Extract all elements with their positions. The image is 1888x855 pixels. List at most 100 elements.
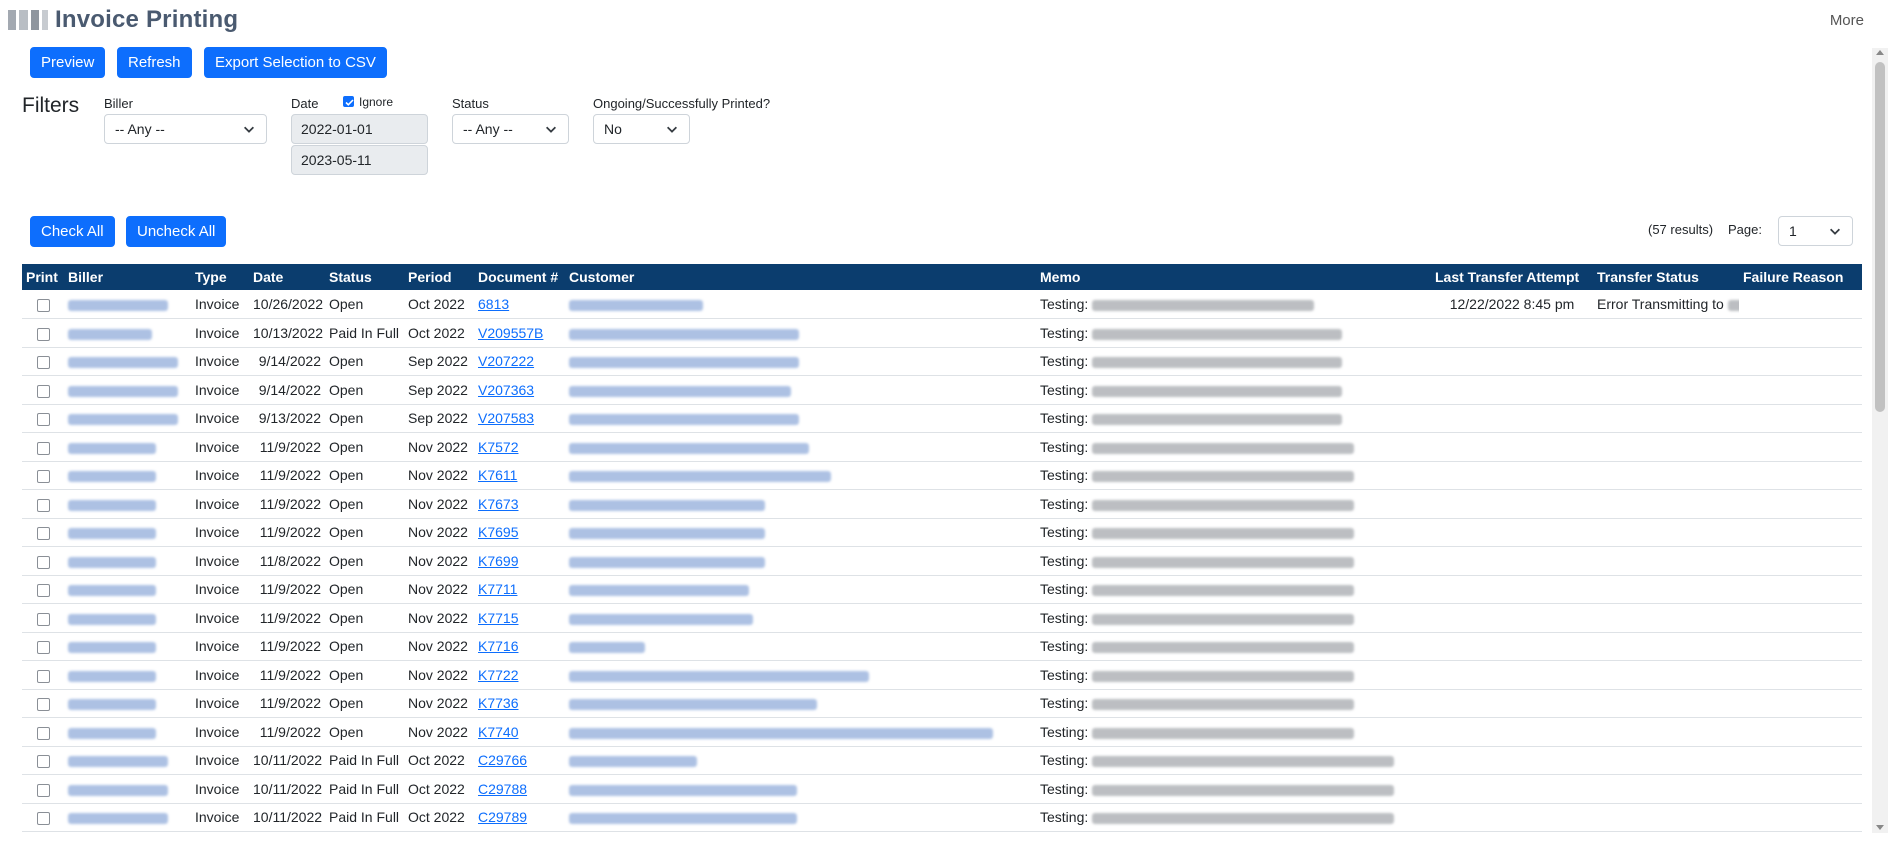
last-transfer-cell: [1431, 774, 1593, 804]
biller-select[interactable]: -- Any --: [104, 114, 267, 144]
failure-reason-cell: [1739, 518, 1862, 547]
table-row[interactable]: Invoice 11/8/2022 Open Nov 2022 K7699 Te…: [22, 546, 1862, 576]
page-scrollbar[interactable]: [1872, 48, 1888, 833]
document-link[interactable]: V207363: [478, 382, 534, 398]
print-checkbox[interactable]: [36, 612, 50, 626]
document-link[interactable]: C29789: [478, 809, 527, 825]
table-row[interactable]: Invoice 11/9/2022 Open Nov 2022 K7695 Te…: [22, 518, 1862, 547]
document-link[interactable]: K7716: [478, 638, 518, 654]
table-row[interactable]: Invoice 10/13/2022 Paid In Full Oct 2022…: [22, 318, 1862, 348]
redacted-biller-name: [68, 328, 152, 340]
col-header-type[interactable]: Type: [191, 264, 249, 290]
memo-cell: Testing:: [1036, 632, 1431, 661]
memo-cell: Testing:: [1036, 546, 1431, 576]
col-header-print[interactable]: Print: [22, 264, 64, 290]
print-checkbox[interactable]: [36, 726, 50, 740]
document-link[interactable]: V209557B: [478, 325, 543, 341]
col-header-last-transfer[interactable]: Last Transfer Attempt: [1431, 264, 1593, 290]
table-row[interactable]: Invoice 11/9/2022 Open Nov 2022 K7711 Te…: [22, 575, 1862, 604]
document-link[interactable]: K7740: [478, 724, 518, 740]
print-checkbox[interactable]: [36, 641, 50, 655]
table-row[interactable]: Invoice 11/9/2022 Open Nov 2022 K7572 Te…: [22, 432, 1862, 462]
document-link[interactable]: V207583: [478, 410, 534, 426]
document-link[interactable]: 6813: [478, 296, 509, 312]
print-checkbox[interactable]: [36, 755, 50, 769]
table-row[interactable]: Invoice 9/14/2022 Open Sep 2022 V207222 …: [22, 347, 1862, 376]
table-row[interactable]: Invoice 11/9/2022 Open Nov 2022 K7673 Te…: [22, 489, 1862, 519]
print-checkbox[interactable]: [36, 527, 50, 541]
document-link[interactable]: K7711: [478, 581, 517, 597]
document-link[interactable]: V207222: [478, 353, 534, 369]
date-to-input[interactable]: 2023-05-11: [291, 145, 428, 175]
col-header-failure-reason[interactable]: Failure Reason: [1739, 264, 1862, 290]
print-checkbox[interactable]: [36, 812, 50, 826]
table-row[interactable]: Invoice 10/11/2022 Paid In Full Oct 2022…: [22, 803, 1862, 832]
failure-reason-cell: [1739, 290, 1862, 319]
transfer-status-cell: [1593, 347, 1739, 376]
print-checkbox[interactable]: [36, 356, 50, 370]
print-checkbox[interactable]: [36, 498, 50, 512]
table-row[interactable]: Invoice 9/13/2022 Open Sep 2022 V207583 …: [22, 404, 1862, 433]
document-link[interactable]: K7572: [478, 439, 518, 455]
print-checkbox[interactable]: [36, 669, 50, 683]
printed-select[interactable]: No: [593, 114, 690, 144]
ignore-date-checkbox[interactable]: [343, 96, 354, 107]
check-all-button[interactable]: Check All: [30, 216, 115, 247]
biller-cell: [64, 774, 191, 804]
print-checkbox[interactable]: [36, 298, 50, 312]
print-checkbox[interactable]: [36, 327, 50, 341]
col-header-document[interactable]: Document #: [474, 264, 565, 290]
table-row[interactable]: Invoice 11/9/2022 Open Nov 2022 K7716 Te…: [22, 632, 1862, 661]
scroll-down-arrow-icon[interactable]: [1876, 825, 1884, 830]
table-row[interactable]: Invoice 10/26/2022 Open Oct 2022 6813 Te…: [22, 290, 1862, 319]
table-row[interactable]: Invoice 11/9/2022 Open Nov 2022 K7736 Te…: [22, 689, 1862, 718]
col-header-status[interactable]: Status: [325, 264, 404, 290]
print-checkbox[interactable]: [36, 783, 50, 797]
table-row[interactable]: Invoice 11/9/2022 Open Nov 2022 K7740 Te…: [22, 717, 1862, 747]
table-row[interactable]: Invoice 10/11/2022 Paid In Full Oct 2022…: [22, 746, 1862, 775]
print-cell: [22, 575, 64, 604]
print-checkbox[interactable]: [36, 584, 50, 598]
transfer-status-cell: [1593, 518, 1739, 547]
print-checkbox[interactable]: [36, 441, 50, 455]
col-header-biller[interactable]: Biller: [64, 264, 191, 290]
date-from-input[interactable]: 2022-01-01: [291, 114, 428, 144]
more-menu-link[interactable]: More: [1830, 12, 1864, 29]
preview-button[interactable]: Preview: [30, 47, 106, 78]
col-header-date[interactable]: Date: [249, 264, 325, 290]
type-cell: Invoice: [191, 575, 249, 604]
print-checkbox[interactable]: [36, 413, 50, 427]
customer-cell: [565, 404, 1036, 433]
document-link[interactable]: C29766: [478, 752, 527, 768]
refresh-button[interactable]: Refresh: [117, 47, 192, 78]
document-link[interactable]: K7695: [478, 524, 518, 540]
status-select[interactable]: -- Any --: [452, 114, 569, 144]
print-checkbox[interactable]: [36, 698, 50, 712]
col-header-period[interactable]: Period: [404, 264, 474, 290]
export-csv-button[interactable]: Export Selection to CSV: [204, 47, 387, 78]
document-link[interactable]: K7673: [478, 496, 518, 512]
table-row[interactable]: Invoice 9/14/2022 Open Sep 2022 V207363 …: [22, 375, 1862, 405]
col-header-transfer-status[interactable]: Transfer Status: [1593, 264, 1739, 290]
scroll-up-arrow-icon[interactable]: [1876, 50, 1884, 55]
print-checkbox[interactable]: [36, 384, 50, 398]
date-cell: 11/9/2022: [249, 689, 325, 718]
document-link[interactable]: C29788: [478, 781, 527, 797]
document-link[interactable]: K7611: [478, 467, 517, 483]
table-row[interactable]: Invoice 11/9/2022 Open Nov 2022 K7722 Te…: [22, 660, 1862, 690]
table-row[interactable]: Invoice 11/9/2022 Open Nov 2022 K7611 Te…: [22, 461, 1862, 490]
uncheck-all-button[interactable]: Uncheck All: [126, 216, 227, 247]
page-select[interactable]: 1: [1778, 216, 1853, 246]
col-header-customer[interactable]: Customer: [565, 264, 1036, 290]
document-link[interactable]: K7736: [478, 695, 518, 711]
scroll-thumb[interactable]: [1875, 62, 1885, 412]
col-header-memo[interactable]: Memo: [1036, 264, 1431, 290]
print-checkbox[interactable]: [36, 555, 50, 569]
document-link[interactable]: K7715: [478, 610, 518, 626]
date-cell: 10/11/2022: [249, 774, 325, 804]
document-link[interactable]: K7722: [478, 667, 518, 683]
print-checkbox[interactable]: [36, 470, 50, 484]
document-link[interactable]: K7699: [478, 553, 518, 569]
table-row[interactable]: Invoice 11/9/2022 Open Nov 2022 K7715 Te…: [22, 603, 1862, 633]
table-row[interactable]: Invoice 10/11/2022 Paid In Full Oct 2022…: [22, 774, 1862, 804]
